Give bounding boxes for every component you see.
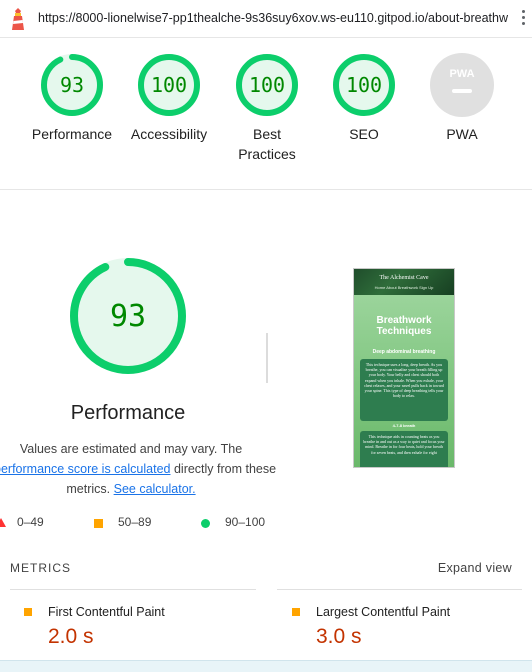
gauge-score: 100: [151, 73, 187, 97]
thumb-heading-line: Techniques: [376, 326, 432, 337]
gauge-score: 100: [249, 73, 285, 97]
metric-name: Largest Contentful Paint: [316, 605, 451, 619]
gauge-performance[interactable]: 93 Performance: [22, 52, 122, 144]
estimate-line-2: performance score is calculated directly…: [0, 459, 276, 479]
gauge-score: 100: [346, 73, 382, 97]
gauge-label: Performance: [31, 126, 113, 142]
thumb-card: This technique aids in counting beats as…: [360, 431, 448, 467]
performance-title: Performance: [70, 402, 186, 424]
pass-circle-icon: [201, 519, 210, 528]
metric-value: 3.0 s: [316, 625, 362, 648]
thumb-subheading-2: 4-7-8 breath: [392, 423, 416, 428]
metric-value: 2.0 s: [48, 625, 94, 648]
thumb-heading-line: Breathwork: [376, 315, 432, 326]
thumb-site-title: The Alchemist Cave: [379, 275, 429, 281]
estimate-text-2: directly from these: [173, 462, 277, 476]
metric-name: First Contentful Paint: [48, 605, 165, 619]
legend-range: 90–100: [225, 515, 266, 529]
legend-range: 0–49: [17, 515, 44, 529]
vertical-divider: [266, 333, 268, 383]
gauge-ring: 93: [41, 54, 103, 116]
thumb-nav: Home About Breathwork Sign Up: [374, 285, 434, 290]
see-calculator-link[interactable]: See calculator.: [114, 482, 196, 496]
thumb-hero: Breathwork Techniques Deep abdominal bre…: [354, 295, 454, 467]
category-scores: 93 Performance 100 Accessibility 100 Bes…: [0, 52, 532, 172]
lighthouse-icon: [12, 8, 24, 30]
gauge-seo[interactable]: 100 SEO: [314, 52, 414, 144]
gauge-label: Best Practices: [217, 124, 317, 164]
gauge-label: PWA: [446, 126, 478, 142]
gauge-label-line: Best: [252, 126, 281, 142]
score-calculated-link[interactable]: performance score is calculated: [0, 462, 170, 476]
section-divider: [0, 189, 532, 190]
estimate-text-3: metrics.: [66, 482, 111, 496]
gauge-pwa[interactable]: PWA PWA: [412, 52, 512, 144]
metric-divider: [277, 589, 522, 590]
fail-triangle-icon: [0, 518, 6, 527]
gauge-score: 93: [60, 73, 84, 97]
gauge-label: SEO: [349, 126, 379, 142]
thumb-card: This technique uses a long, deep breath.…: [360, 359, 448, 421]
metrics-header: METRICS: [10, 561, 71, 575]
estimate-note: Values are estimated and may vary. The p…: [0, 439, 276, 499]
thumb-heading: Breathwork Techniques: [354, 315, 454, 337]
estimate-line-3: metrics. See calculator.: [0, 479, 262, 499]
performance-score: 93: [110, 299, 146, 334]
expand-view-toggle[interactable]: Expand view: [438, 561, 512, 575]
address-bar: https://8000-lionelwise7-pp1thealche-9s3…: [0, 0, 532, 38]
gauge-ring: 100: [138, 54, 200, 116]
average-square-icon: [24, 608, 32, 616]
gauge-ring: 100: [236, 54, 298, 116]
thumb-subheading: Deep abdominal breathing: [372, 349, 436, 355]
more-menu-icon[interactable]: [520, 10, 526, 28]
gauge-best-practices[interactable]: 100 Best Practices: [217, 52, 317, 164]
legend-range: 50–89: [118, 515, 152, 529]
gauge-label-line: Practices: [238, 146, 296, 162]
page-screenshot-thumbnail[interactable]: The Alchemist Cave Home About Breathwork…: [353, 268, 455, 468]
estimate-line-1: Values are estimated and may vary. The: [19, 442, 243, 456]
average-square-icon: [292, 608, 300, 616]
url-text[interactable]: https://8000-lionelwise7-pp1thealche-9s3…: [38, 11, 508, 25]
average-square-icon: [94, 519, 103, 528]
metric-divider: [10, 589, 256, 590]
pwa-badge-text: PWA: [449, 68, 474, 80]
score-legend: 0–49 50–89 90–100: [0, 515, 532, 533]
gauge-accessibility[interactable]: 100 Accessibility: [119, 52, 219, 144]
gauge-ring: 100: [333, 54, 395, 116]
gauge-label: Accessibility: [130, 126, 208, 142]
thumb-header: The Alchemist Cave Home About Breathwork…: [354, 269, 454, 295]
performance-gauge-large: 93: [70, 258, 186, 374]
bottom-info-strip: [0, 660, 532, 672]
pwa-badge-icon: PWA: [430, 53, 494, 117]
